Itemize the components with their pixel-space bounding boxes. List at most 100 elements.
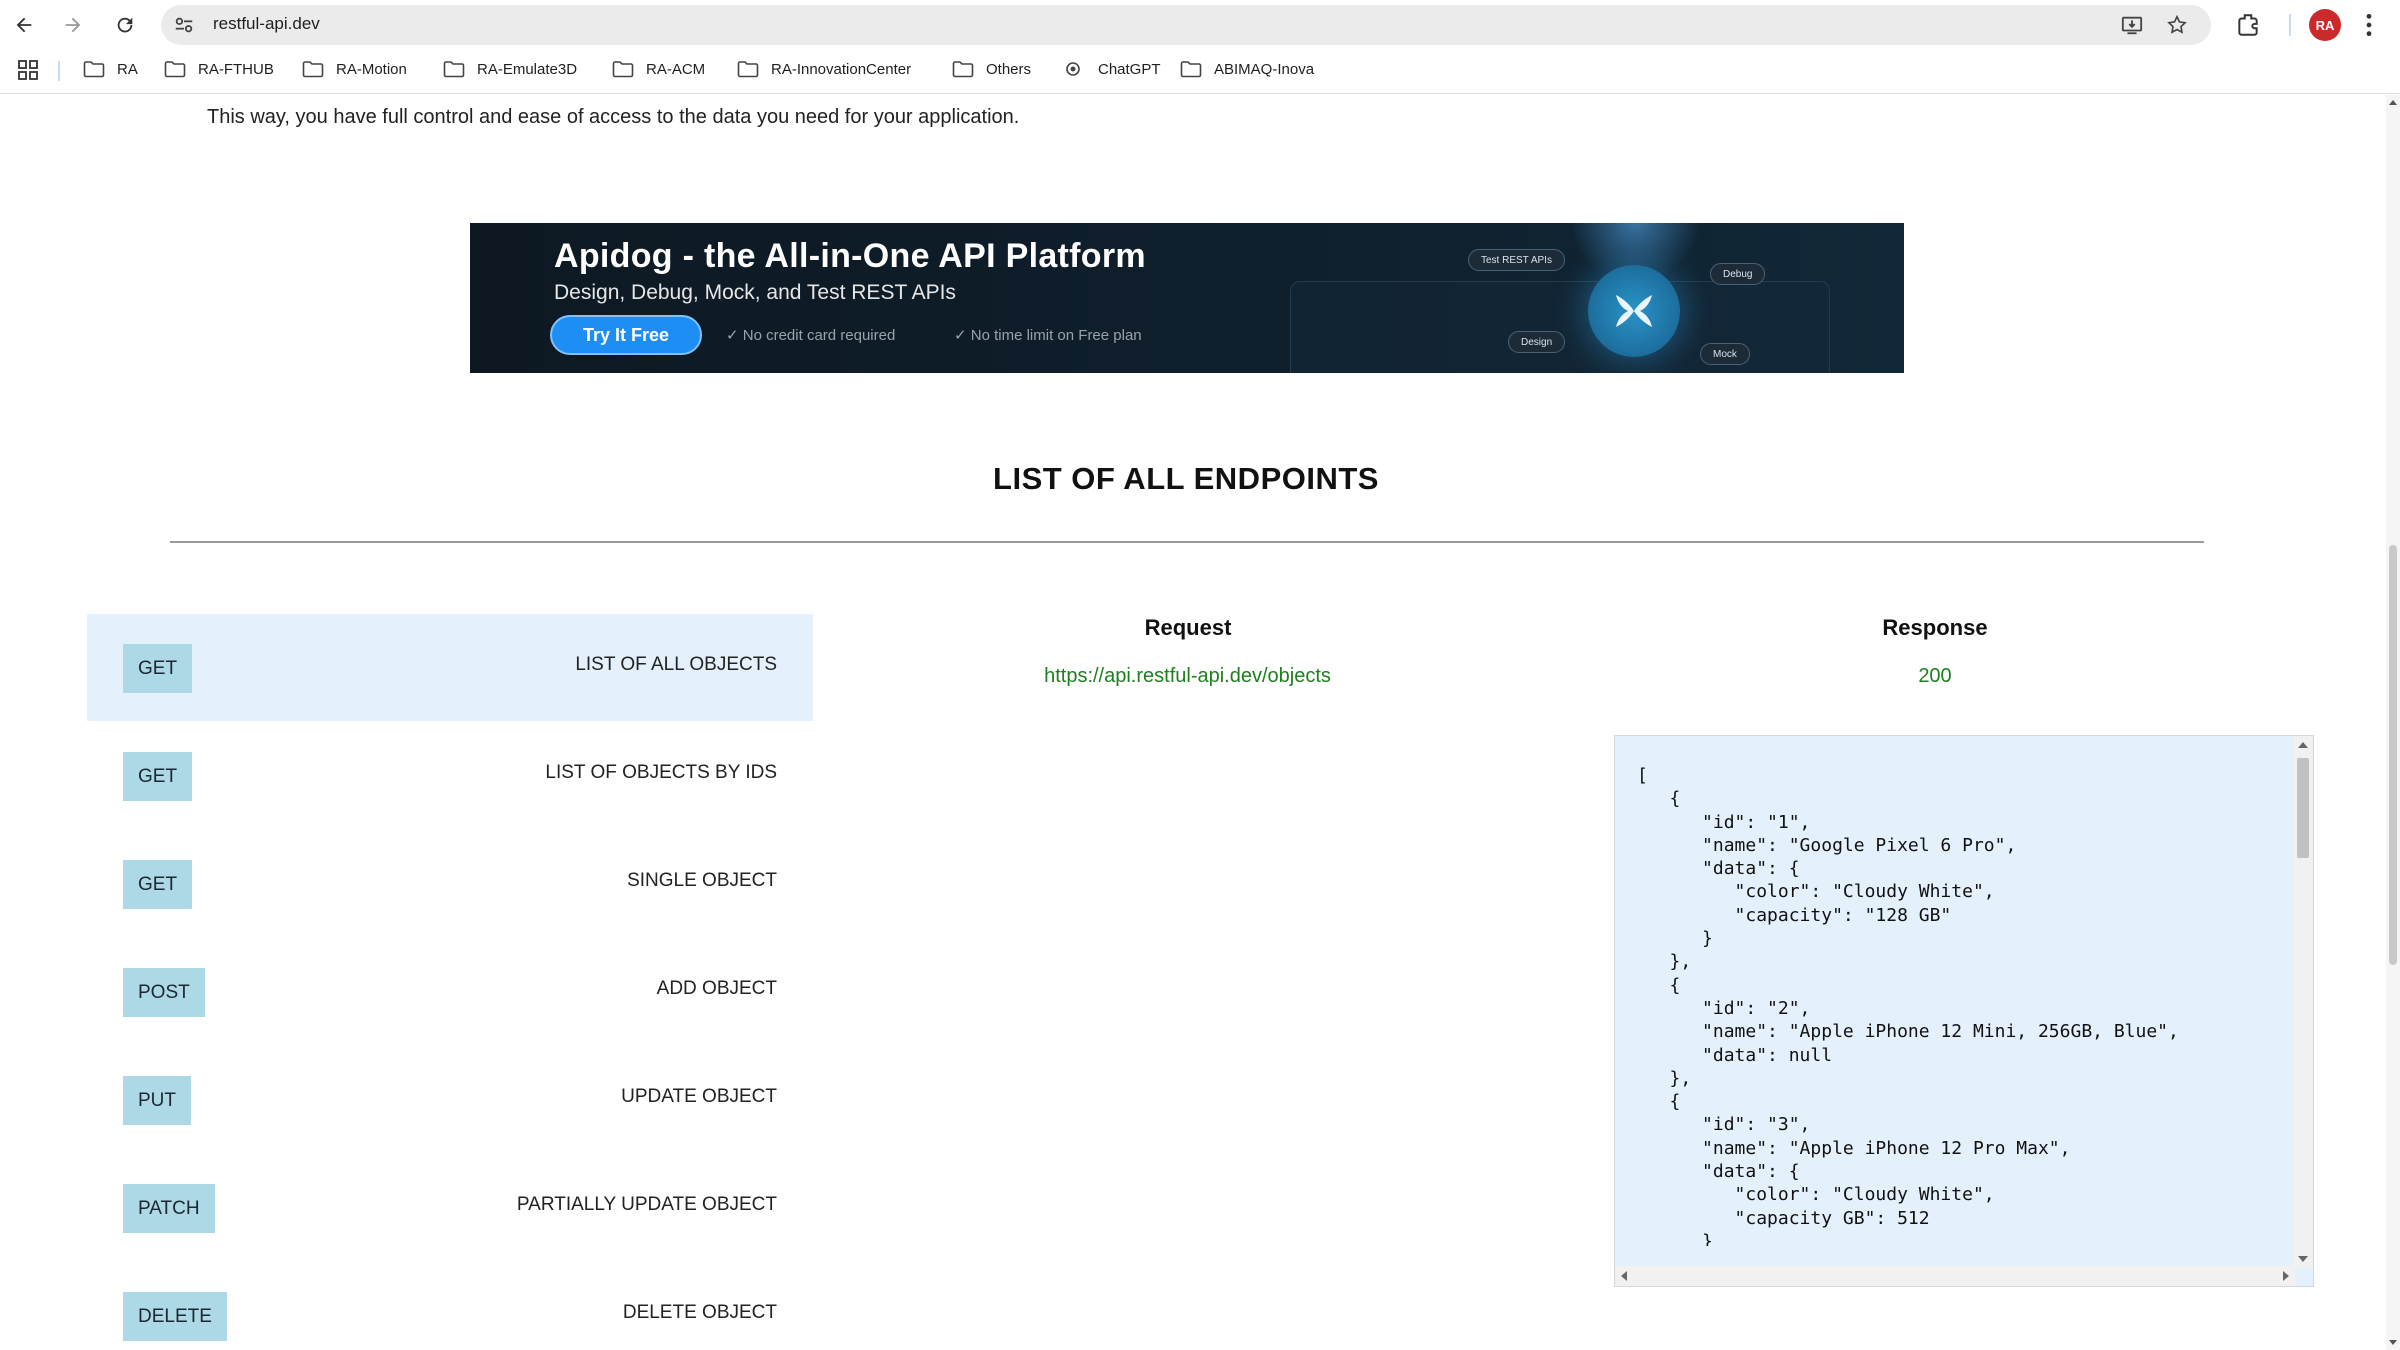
apps-grid-icon[interactable] [18, 60, 38, 80]
request-url-link[interactable]: https://api.restful-api.dev/objects [1010, 665, 1365, 688]
bookmark-label: ABIMAQ-Inova [1214, 60, 1315, 78]
ad-pill-design: Design [1508, 331, 1566, 353]
method-badge: PUT [123, 1076, 191, 1125]
section-divider [170, 541, 2204, 543]
folder-icon [83, 60, 117, 78]
scrollbar-thumb[interactable] [2297, 758, 2309, 858]
intro-paragraph: This way, you have full control and ease… [207, 95, 2207, 132]
response-horizontal-scrollbar[interactable] [1615, 1266, 2295, 1286]
endpoint-label: ADD OBJECT [656, 978, 777, 999]
endpoint-add-object[interactable]: POST ADD OBJECT [87, 938, 813, 1045]
bookmark-ra-innovationcenter[interactable]: RA-InnovationCenter [737, 50, 911, 88]
bookmark-label: RA-Emulate3D [477, 60, 578, 78]
bookmark-label: Others [986, 60, 1032, 78]
response-json: [ { "id": "1", "name": "Google Pixel 6 P… [1637, 765, 2179, 1246]
method-badge: PATCH [123, 1184, 215, 1233]
apidog-banner-ad[interactable]: Apidog - the All-in-One API Platform Des… [470, 223, 1904, 373]
intro-text-line: This way, you have full control and ease… [207, 106, 1020, 128]
profile-avatar[interactable]: RA [2309, 9, 2341, 41]
bookmark-label: RA [117, 60, 138, 78]
bookmark-label: RA-FTHUB [198, 60, 274, 78]
bookmarks-bar: RA RA-FTHUB RA-Motion RA-Emulate3D RA-ACM RA-… [0, 50, 2400, 94]
bookmarks-divider [58, 61, 60, 81]
endpoint-single-object[interactable]: GET SINGLE OBJECT [87, 830, 813, 937]
section-title: LIST OF ALL ENDPOINTS [993, 461, 1379, 496]
endpoint-label: DELETE OBJECT [622, 1302, 777, 1323]
endpoint-label: LIST OF ALL OBJECTS [575, 654, 777, 675]
bookmark-ra-emulate3d[interactable]: RA-Emulate3D [443, 50, 577, 88]
url-text[interactable]: restful-api.dev [213, 14, 320, 34]
bookmark-label: ChatGPT [1098, 60, 1161, 78]
folder-icon [612, 60, 646, 78]
ad-check-text: No time limit on Free plan [970, 327, 1142, 344]
endpoint-label: SINGLE OBJECT [627, 870, 777, 891]
response-body-panel[interactable]: [ { "id": "1", "name": "Google Pixel 6 P… [1614, 735, 2314, 1287]
apidog-logo-icon [1588, 265, 1680, 357]
page-scroll-up-icon[interactable] [2389, 100, 2397, 105]
folder-icon [1180, 60, 1214, 78]
method-badge: GET [123, 644, 193, 693]
page-scroll-down-icon[interactable] [2389, 1340, 2397, 1345]
toolbar-divider [2289, 14, 2291, 36]
endpoint-update-object[interactable]: PUT UPDATE OBJECT [87, 1046, 813, 1153]
scroll-right-arrow-icon[interactable] [2283, 1271, 2289, 1281]
bookmark-chatgpt[interactable]: ChatGPT [1064, 50, 1161, 88]
bookmark-ra-acm[interactable]: RA-ACM [612, 50, 705, 88]
forward-arrow-icon[interactable] [55, 7, 91, 43]
method-badge: GET [123, 752, 193, 801]
scroll-down-arrow-icon[interactable] [2298, 1256, 2308, 1262]
scroll-left-arrow-icon[interactable] [1621, 1271, 1627, 1281]
endpoint-list-of-all-objects[interactable]: GET LIST OF ALL OBJECTS [87, 614, 813, 721]
bookmark-ra-fthub[interactable]: RA-FTHUB [164, 50, 274, 88]
response-vertical-scrollbar[interactable] [2293, 736, 2313, 1268]
page-scrollbar[interactable] [2386, 95, 2400, 1350]
ad-check-no-credit-card: ✓ No credit card required [726, 327, 896, 344]
site-info-icon[interactable] [173, 14, 195, 36]
reload-icon[interactable] [107, 7, 143, 43]
install-app-icon[interactable] [2121, 14, 2143, 36]
endpoint-label: UPDATE OBJECT [621, 1086, 777, 1107]
request-heading: Request [1144, 615, 1232, 640]
folder-icon [302, 60, 336, 78]
folder-icon [952, 60, 986, 78]
folder-icon [737, 60, 771, 78]
ad-pill-test-rest-apis: Test REST APIs [1468, 249, 1565, 271]
endpoint-label: PARTIALLY UPDATE OBJECT [516, 1194, 777, 1215]
ad-illustration-frame [1290, 281, 1830, 373]
ad-check-no-time-limit: ✓ No time limit on Free plan [954, 327, 1142, 344]
endpoint-delete-object[interactable]: DELETE DELETE OBJECT [87, 1262, 813, 1350]
ad-pill-mock: Mock [1700, 343, 1750, 365]
method-badge: DELETE [123, 1292, 227, 1341]
address-bar[interactable]: restful-api.dev [161, 5, 2211, 45]
folder-icon [443, 60, 477, 78]
bookmark-label: RA-Motion [336, 60, 407, 78]
response-status-code: 200 [1918, 665, 1952, 687]
scroll-up-arrow-icon[interactable] [2298, 742, 2308, 748]
folder-icon [164, 60, 198, 78]
method-badge: POST [123, 968, 205, 1017]
ad-pill-debug: Debug [1710, 263, 1766, 285]
endpoint-label: LIST OF OBJECTS BY IDS [545, 762, 777, 783]
bookmark-ra[interactable]: RA [83, 50, 138, 88]
bookmark-ra-motion[interactable]: RA-Motion [302, 50, 407, 88]
back-arrow-icon[interactable] [6, 7, 42, 43]
bookmark-label: RA-InnovationCenter [771, 60, 912, 78]
response-heading: Response [1882, 615, 1988, 640]
ad-check-text: No credit card required [742, 327, 896, 344]
browser-toolbar: restful-api.dev RA [0, 0, 2400, 50]
page-scrollbar-thumb[interactable] [2389, 545, 2397, 965]
star-icon[interactable] [2166, 14, 2188, 36]
bookmark-abimaq-inova[interactable]: ABIMAQ-Inova [1180, 50, 1314, 88]
page-viewport: This way, you have full control and ease… [0, 95, 2386, 1350]
ad-subtitle: Design, Debug, Mock, and Test REST APIs [554, 281, 956, 304]
intro-text-clipped-line [207, 95, 2207, 102]
kebab-menu-icon[interactable] [2364, 12, 2374, 38]
ad-title: Apidog - the All-in-One API Platform [554, 237, 1146, 275]
endpoint-list-of-objects-by-ids[interactable]: GET LIST OF OBJECTS BY IDS [87, 722, 813, 829]
extensions-icon[interactable] [2235, 12, 2261, 38]
endpoint-partially-update-object[interactable]: PATCH PARTIALLY UPDATE OBJECT [87, 1154, 813, 1261]
bookmark-others[interactable]: Others [952, 50, 1031, 88]
bookmark-label: RA-ACM [646, 60, 706, 78]
try-it-free-button[interactable]: Try It Free [550, 315, 702, 355]
chatgpt-icon [1064, 60, 1098, 78]
